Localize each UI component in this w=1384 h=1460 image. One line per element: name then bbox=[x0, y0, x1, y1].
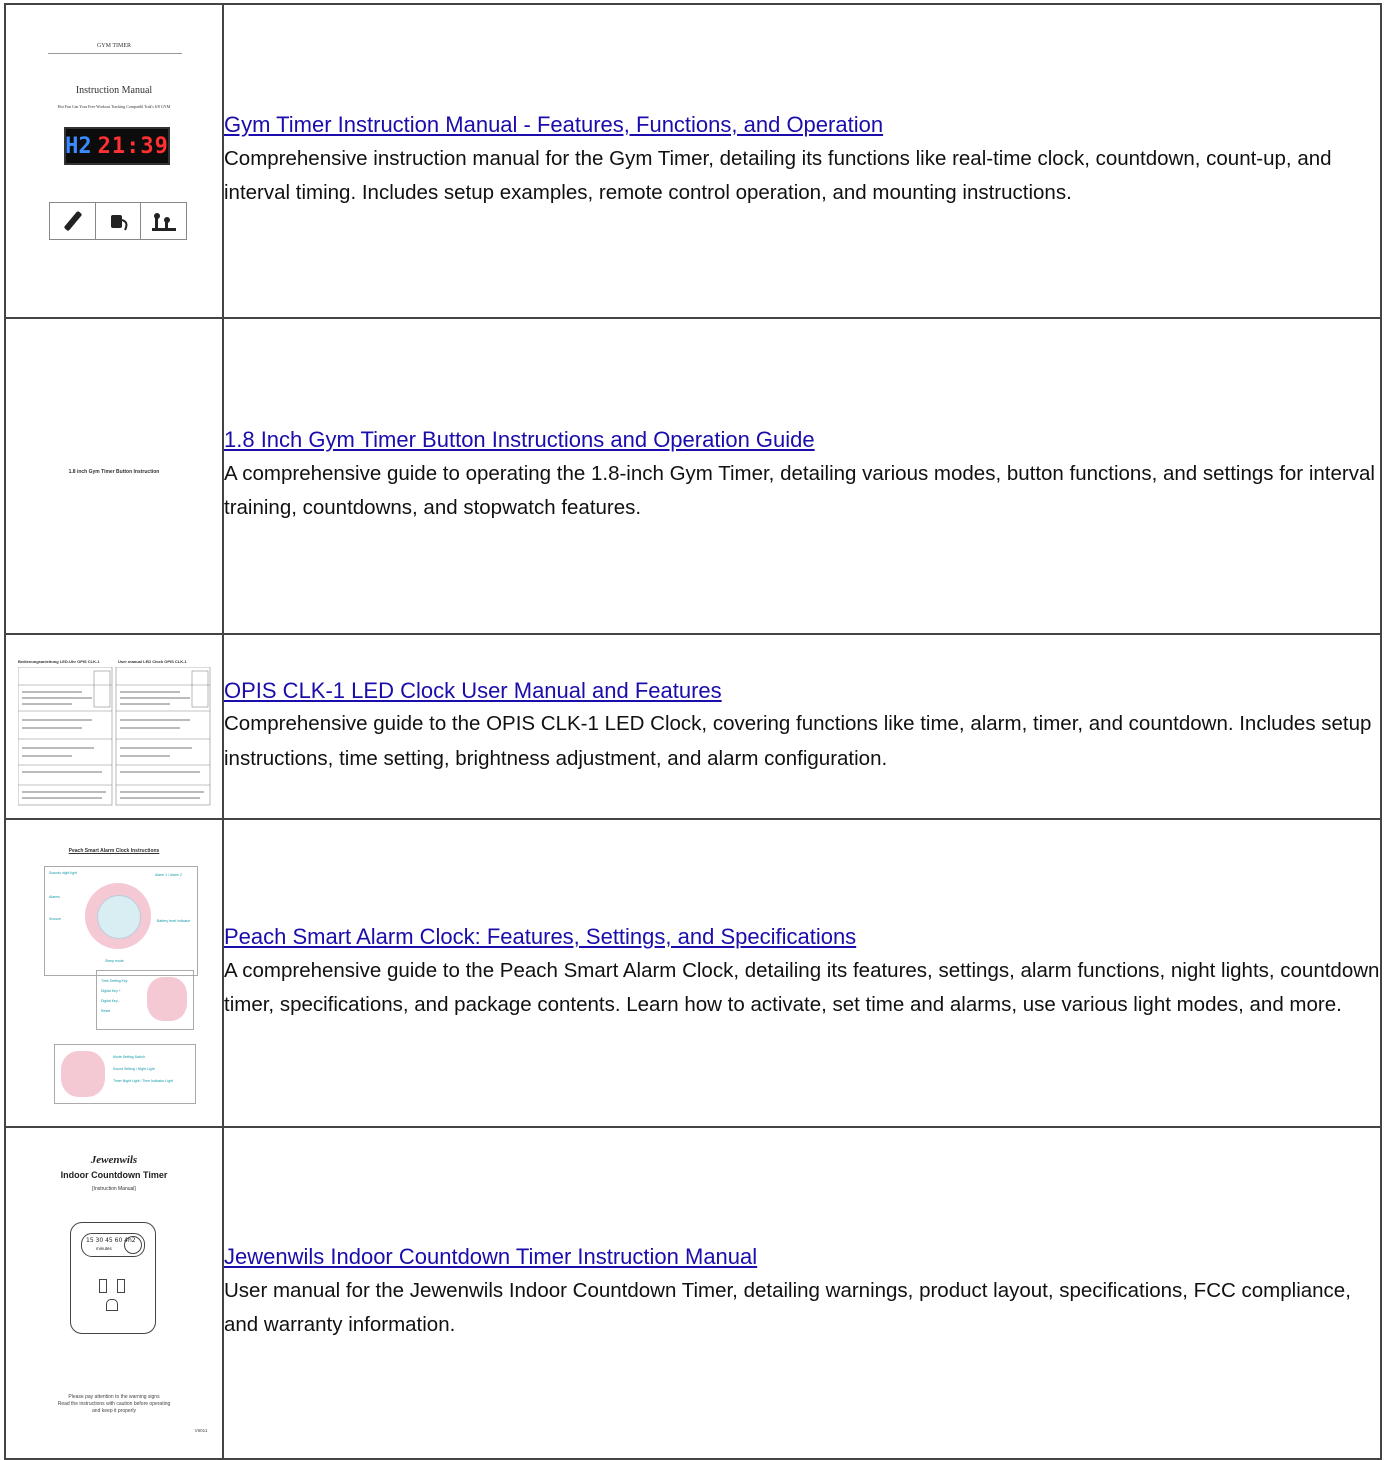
jewenwils-timer-thumbnail[interactable]: Jewenwils Indoor Countdown Timer [Instru… bbox=[6, 1128, 222, 1458]
outlet-slot-right bbox=[117, 1279, 125, 1293]
callout-label: Time Setting Key bbox=[101, 979, 128, 983]
notice-line: Read the instructions with caution befor… bbox=[57, 1401, 171, 1407]
clock-face bbox=[97, 895, 141, 939]
outlet-ground bbox=[106, 1299, 118, 1311]
callout-label: Mode Setting Switch bbox=[113, 1055, 145, 1059]
callout-label: Digital Key - bbox=[101, 999, 120, 1003]
result-row: GYM TIMER Instruction Manual Hot Fun Can… bbox=[4, 3, 1382, 319]
manual-pages-graphic bbox=[18, 667, 211, 806]
thumbnail-cell[interactable]: Jewenwils Indoor Countdown Timer [Instru… bbox=[4, 1126, 224, 1460]
accessories-strip bbox=[49, 202, 187, 240]
thumb-heading: Peach Smart Alarm Clock Instructions bbox=[68, 848, 160, 854]
callout-label: Reset bbox=[101, 1009, 111, 1013]
thumb-left-heading: Bedienungsanleitung LED-Uhr OPIS CLK-1 bbox=[18, 659, 100, 664]
gym-timer-button-thumbnail[interactable]: 1.8 inch Gym Timer Button Instruction bbox=[6, 319, 222, 633]
thumb-heading: GYM TIMER bbox=[96, 43, 132, 49]
results-table: GYM TIMER Instruction Manual Hot Fun Can… bbox=[4, 3, 1382, 1460]
result-title-link[interactable]: Jewenwils Indoor Countdown Timer Instruc… bbox=[224, 1243, 1380, 1272]
led-display-right: 21:39 bbox=[97, 133, 169, 159]
gym-timer-manual-thumbnail[interactable]: GYM TIMER Instruction Manual Hot Fun Can… bbox=[6, 5, 222, 317]
brand-logo: Jewenwils bbox=[90, 1154, 138, 1166]
clock-front-image: Sounds night light Alarm 1 / Alarm 2 Ala… bbox=[44, 866, 198, 976]
result-description: Comprehensive guide to the OPIS CLK-1 LE… bbox=[224, 712, 1372, 770]
thumb-divider bbox=[48, 53, 182, 54]
mounting-hardware-icon bbox=[141, 203, 186, 239]
result-description: A comprehensive guide to the Peach Smart… bbox=[224, 958, 1380, 1017]
minutes-label: minutes bbox=[96, 1246, 112, 1251]
model-code: V6011 bbox=[194, 1428, 208, 1433]
result-row: Jewenwils Indoor Countdown Timer [Instru… bbox=[4, 1126, 1382, 1460]
thumb-heading: 1.8 inch Gym Timer Button Instruction bbox=[68, 469, 160, 475]
peach-alarm-clock-thumbnail[interactable]: Peach Smart Alarm Clock Instructions Sou… bbox=[6, 820, 222, 1126]
result-title-link[interactable]: Gym Timer Instruction Manual - Features,… bbox=[224, 111, 1380, 140]
thumb-subheading: Instruction Manual bbox=[75, 85, 153, 96]
result-row: Bedienungsanleitung LED-Uhr OPIS CLK-1 U… bbox=[4, 633, 1382, 820]
info-cell: Peach Smart Alarm Clock: Features, Setti… bbox=[222, 818, 1382, 1128]
result-title-link[interactable]: Peach Smart Alarm Clock: Features, Setti… bbox=[224, 923, 1380, 952]
timer-device-drawing: 15 30 45 60 4h2 minutes bbox=[70, 1222, 156, 1334]
clock-side-image: Mode Setting Switch Sound Setting / Nigh… bbox=[54, 1044, 196, 1104]
thumb-tagline: Hot Fun Can Your Free Workout Tracking C… bbox=[57, 104, 171, 109]
led-display-left: H2 bbox=[65, 133, 92, 159]
callout-label: Battery level indicator bbox=[157, 919, 191, 923]
thumbnail-cell[interactable]: 1.8 inch Gym Timer Button Instruction bbox=[4, 317, 224, 635]
peach-clock-body bbox=[85, 883, 151, 949]
thumbnail-cell[interactable]: GYM TIMER Instruction Manual Hot Fun Can… bbox=[4, 3, 224, 319]
callout-label: Snooze bbox=[49, 917, 61, 921]
outlet-slot-left bbox=[99, 1279, 107, 1293]
opis-clock-manual-thumbnail[interactable]: Bedienungsanleitung LED-Uhr OPIS CLK-1 U… bbox=[6, 635, 222, 818]
callout-label: Sounds night light bbox=[49, 871, 77, 875]
result-description: User manual for the Jewenwils Indoor Cou… bbox=[224, 1278, 1351, 1337]
thumb-right-heading: User manual LED Clock OPIS CLK-1 bbox=[118, 659, 187, 664]
result-title-link[interactable]: OPIS CLK-1 LED Clock User Manual and Fea… bbox=[224, 677, 1380, 706]
callout-label: Digital Key + bbox=[101, 989, 121, 993]
thumb-heading: Indoor Countdown Timer bbox=[60, 1170, 168, 1180]
clock-back-image: Time Setting Key Digital Key + Digital K… bbox=[96, 970, 194, 1030]
info-cell: Jewenwils Indoor Countdown Timer Instruc… bbox=[222, 1126, 1382, 1460]
peach-clock-side bbox=[61, 1051, 105, 1097]
callout-label: Alarm 1 / Alarm 2 bbox=[155, 873, 182, 877]
info-cell: OPIS CLK-1 LED Clock User Manual and Fea… bbox=[222, 633, 1382, 820]
callout-label: Sound Setting / Night Light bbox=[113, 1067, 155, 1071]
info-cell: Gym Timer Instruction Manual - Features,… bbox=[222, 3, 1382, 319]
timer-knob bbox=[124, 1236, 142, 1254]
result-description: Comprehensive instruction manual for the… bbox=[224, 146, 1332, 205]
callout-label: Sleep mode bbox=[105, 959, 124, 963]
result-title-link[interactable]: 1.8 Inch Gym Timer Button Instructions a… bbox=[224, 426, 1380, 455]
result-description: A comprehensive guide to operating the 1… bbox=[224, 461, 1375, 520]
thumbnail-cell[interactable]: Bedienungsanleitung LED-Uhr OPIS CLK-1 U… bbox=[4, 633, 224, 820]
led-display-image: H2 21:39 bbox=[64, 127, 170, 165]
callout-label: Alarms bbox=[49, 895, 60, 899]
result-row: 1.8 inch Gym Timer Button Instruction 1.… bbox=[4, 317, 1382, 635]
notice-line: and keep it properly bbox=[92, 1408, 136, 1414]
result-row: Peach Smart Alarm Clock Instructions Sou… bbox=[4, 818, 1382, 1128]
power-adapter-icon bbox=[96, 203, 142, 239]
callout-label: Timer Night Light / Time Indicator Light bbox=[113, 1079, 173, 1083]
info-cell: 1.8 Inch Gym Timer Button Instructions a… bbox=[222, 317, 1382, 635]
timer-dial: 15 30 45 60 4h2 minutes bbox=[81, 1233, 145, 1257]
notice-line: Please pay attention to the warning sign… bbox=[68, 1394, 160, 1400]
peach-clock-side bbox=[147, 977, 187, 1021]
thumbnail-cell[interactable]: Peach Smart Alarm Clock Instructions Sou… bbox=[4, 818, 224, 1128]
thumb-subheading: [Instruction Manual] bbox=[92, 1186, 136, 1192]
remote-control-icon bbox=[50, 203, 96, 239]
